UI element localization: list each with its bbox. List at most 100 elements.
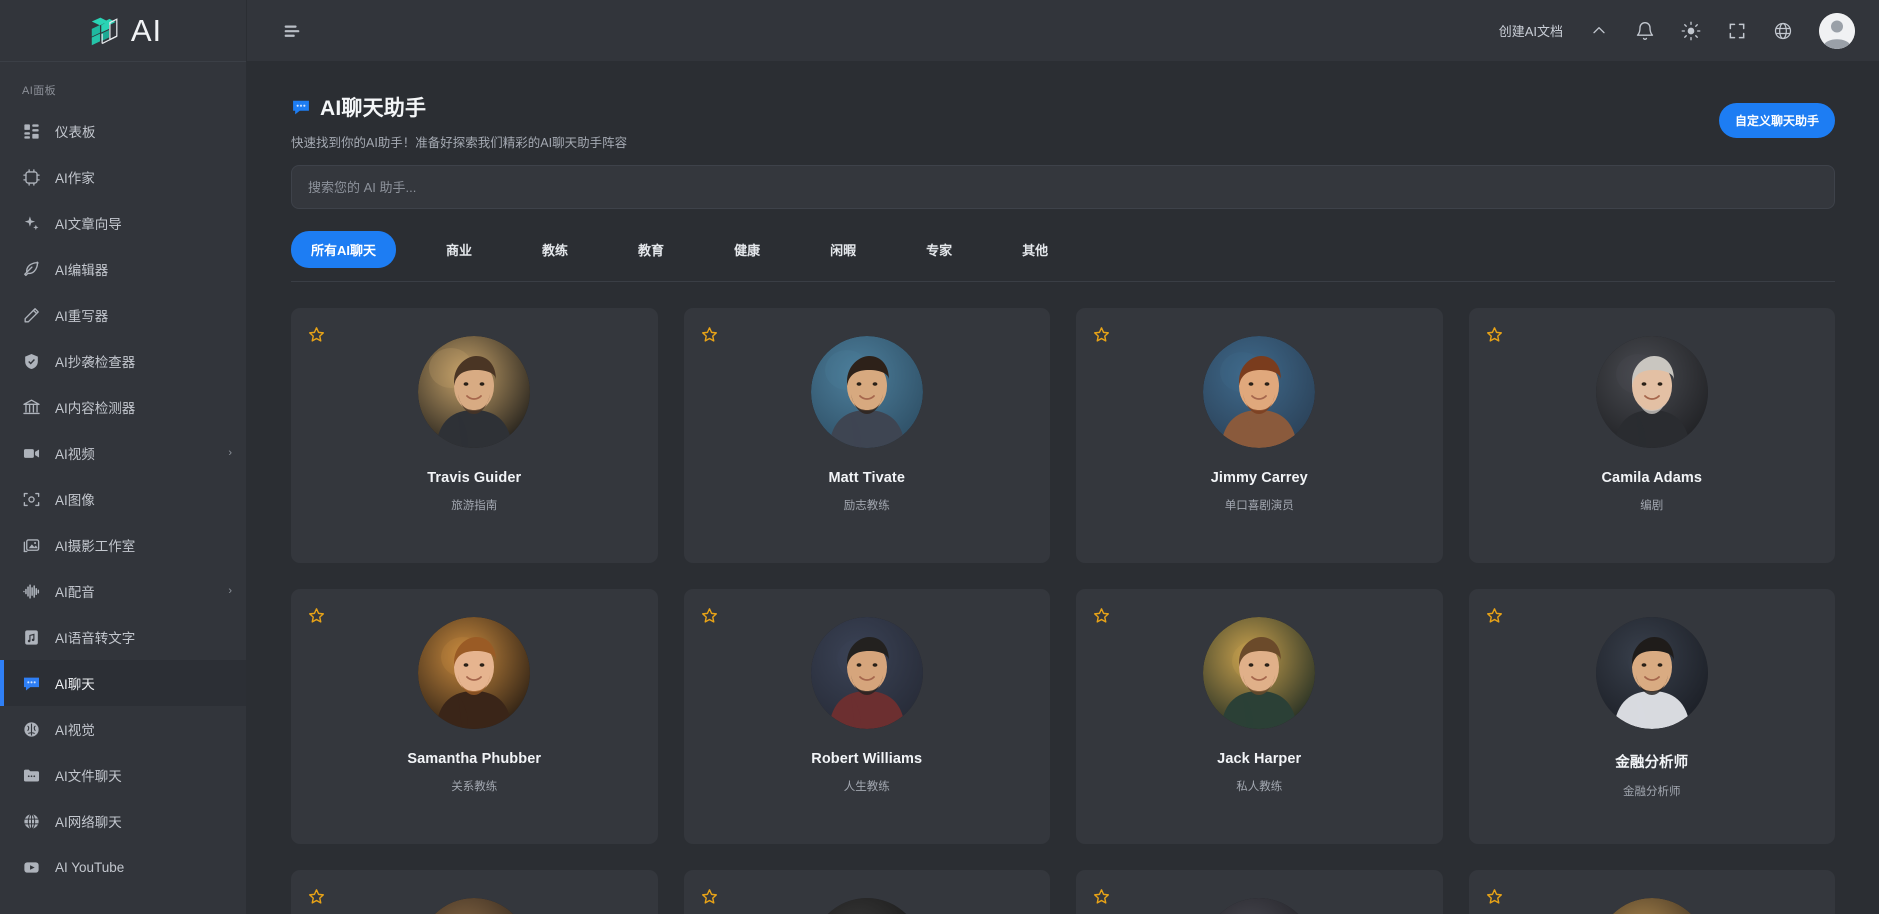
assistant-card[interactable]: Travis Guider旅游指南 (291, 308, 658, 563)
user-avatar[interactable] (1819, 13, 1855, 49)
youtube-icon (22, 858, 41, 877)
sidebar-item-10[interactable]: AI摄影工作室 (0, 522, 246, 568)
chevron-right-icon[interactable]: › (228, 447, 232, 459)
create-ai-doc-button[interactable]: 创建AI文档 (1499, 21, 1563, 40)
assistant-card[interactable]: Jimmy Carrey单口喜剧演员 (1076, 308, 1443, 563)
sidebar-item-14[interactable]: AI视觉 (0, 706, 246, 752)
search-input[interactable] (291, 165, 1835, 209)
page-subtitle: 快速找到你的AI助手！准备好探索我们精彩的AI聊天助手阵容 (291, 132, 1719, 151)
favorite-star-icon[interactable] (308, 888, 325, 905)
sidebar-item-13[interactable]: AI聊天 (0, 660, 246, 706)
globe-language-icon[interactable] (1773, 21, 1793, 41)
assistant-avatar (418, 898, 530, 914)
assistant-avatar (1203, 617, 1315, 729)
favorite-star-icon[interactable] (1486, 326, 1503, 343)
sidebar-item-15[interactable]: AI文件聊天 (0, 752, 246, 798)
favorite-star-icon[interactable] (1486, 607, 1503, 624)
sidebar-item-5[interactable]: AI重写器 (0, 292, 246, 338)
sidebar-item-label: AI视频 (55, 443, 214, 463)
assistant-card[interactable]: Jack Harper私人教练 (1076, 589, 1443, 844)
assistant-card[interactable] (1076, 870, 1443, 914)
sidebar-item-9[interactable]: AI图像 (0, 476, 246, 522)
assistant-card[interactable]: Samantha Phubber 关系教练 (291, 589, 658, 844)
chevron-up-icon[interactable] (1589, 21, 1609, 41)
assistant-name: Robert Williams (811, 751, 922, 767)
assistant-card[interactable] (1469, 870, 1836, 914)
favorite-star-icon[interactable] (701, 888, 718, 905)
favorite-star-icon[interactable] (1093, 888, 1110, 905)
search-bar (291, 165, 1835, 209)
main-area: 创建AI文档 (247, 0, 1879, 914)
favorite-star-icon[interactable] (308, 326, 325, 343)
assistant-avatar (1203, 898, 1315, 914)
sidebar-item-16[interactable]: AI网络聊天 (0, 798, 246, 844)
assistant-card[interactable] (291, 870, 658, 914)
favorite-star-icon[interactable] (1486, 888, 1503, 905)
sidebar-item-11[interactable]: AI配音 › (0, 568, 246, 614)
assistant-avatar (811, 336, 923, 448)
favorite-star-icon[interactable] (308, 607, 325, 624)
sidebar-item-label: AI语音转文字 (55, 627, 232, 647)
page-title: AI聊天助手 (320, 92, 426, 122)
favorite-star-icon[interactable] (701, 326, 718, 343)
sidebar-item-1[interactable]: 仪表板 (0, 108, 246, 154)
tab-3[interactable]: 教练 (522, 231, 588, 268)
assistant-name: Samantha Phubber (407, 751, 541, 767)
brand-logo[interactable]: AI (0, 0, 246, 62)
sidebar: AI AI面板 仪表板 AI作家 AI文章向导AI编辑器AI重写器 AI抄袭检查器 AI… (0, 0, 247, 914)
sidebar-item-label: AI视觉 (55, 719, 232, 739)
tab-4[interactable]: 教育 (618, 231, 684, 268)
favorite-star-icon[interactable] (1093, 607, 1110, 624)
folder-chat-icon (22, 766, 41, 785)
globe-icon (22, 812, 41, 831)
sidebar-item-label: AI作家 (55, 167, 232, 187)
sidebar-section-label: AI面板 (0, 74, 246, 108)
sidebar-item-6[interactable]: AI抄袭检查器 (0, 338, 246, 384)
assistant-avatar (418, 336, 530, 448)
sidebar-item-label: AI抄袭检查器 (55, 351, 232, 371)
sidebar-item-label: AI配音 (55, 581, 214, 601)
sidebar-item-3[interactable]: AI文章向导 (0, 200, 246, 246)
pencil-icon (22, 306, 41, 325)
tab-6[interactable]: 闲暇 (810, 231, 876, 268)
custom-chat-assistant-button[interactable]: 自定义聊天助手 (1719, 103, 1835, 138)
assistant-card[interactable]: Camila Adams编剧 (1469, 308, 1836, 563)
sidebar-item-17[interactable]: AI YouTube (0, 844, 246, 890)
bell-icon[interactable] (1635, 21, 1655, 41)
sidebar-item-label: AI摄影工作室 (55, 535, 232, 555)
favorite-star-icon[interactable] (701, 607, 718, 624)
assistant-avatar (418, 617, 530, 729)
hamburger-icon[interactable] (281, 20, 303, 42)
tab-5[interactable]: 健康 (714, 231, 780, 268)
image-frame-icon (22, 490, 41, 509)
fullscreen-icon[interactable] (1727, 21, 1747, 41)
sidebar-item-label: AI YouTube (55, 860, 232, 875)
sparkles-icon (22, 214, 41, 233)
brightness-icon[interactable] (1681, 21, 1701, 41)
assistant-card[interactable]: 金融分析师金融分析师 (1469, 589, 1836, 844)
topbar-actions: 创建AI文档 (1499, 13, 1855, 49)
sidebar-item-7[interactable]: AI内容检测器 (0, 384, 246, 430)
topbar: 创建AI文档 (247, 0, 1879, 62)
sidebar-item-label: AI内容检测器 (55, 397, 232, 417)
tab-1[interactable]: 所有AI聊天 (291, 231, 396, 268)
sidebar-item-4[interactable]: AI编辑器 (0, 246, 246, 292)
assistant-card-grid: Travis Guider旅游指南Matt Tivate励志教练Jimmy Ca… (291, 308, 1835, 914)
tab-7[interactable]: 专家 (906, 231, 972, 268)
assistant-avatar (811, 898, 923, 914)
chip-ai-icon (22, 168, 41, 187)
shield-check-icon (22, 352, 41, 371)
chevron-right-icon[interactable]: › (228, 585, 232, 597)
assistant-card[interactable]: Robert Williams人生教练 (684, 589, 1051, 844)
assistant-role: 单口喜剧演员 (1225, 497, 1294, 513)
bank-icon (22, 398, 41, 417)
assistant-role: 关系教练 (451, 778, 497, 794)
sidebar-item-2[interactable]: AI作家 (0, 154, 246, 200)
tab-2[interactable]: 商业 (426, 231, 492, 268)
assistant-card[interactable] (684, 870, 1051, 914)
favorite-star-icon[interactable] (1093, 326, 1110, 343)
tab-8[interactable]: 其他 (1002, 231, 1068, 268)
sidebar-item-8[interactable]: AI视频 › (0, 430, 246, 476)
sidebar-item-12[interactable]: AI语音转文字 (0, 614, 246, 660)
assistant-card[interactable]: Matt Tivate励志教练 (684, 308, 1051, 563)
